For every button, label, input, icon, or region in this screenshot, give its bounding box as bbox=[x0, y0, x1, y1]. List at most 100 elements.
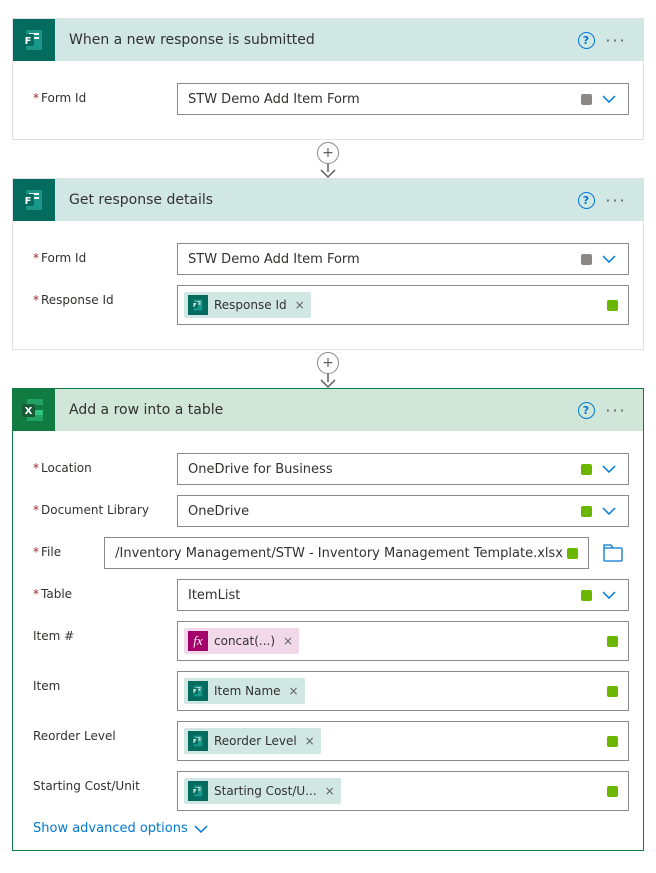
card-body: *Form Id STW Demo Add Item Form *Respons… bbox=[13, 221, 643, 349]
status-dot-icon bbox=[581, 464, 592, 475]
select-value: STW Demo Add Item Form bbox=[188, 252, 577, 267]
forms-logo bbox=[13, 179, 55, 221]
field-row-location: *Location OneDrive for Business bbox=[33, 453, 629, 485]
field-row-cost: Starting Cost/Unit Starting Cost/U... × bbox=[33, 771, 629, 811]
cost-input[interactable]: Starting Cost/U... × bbox=[177, 771, 629, 811]
field-label: *Response Id bbox=[33, 285, 177, 307]
card-title: Get response details bbox=[55, 192, 571, 208]
fx-icon: fx bbox=[188, 631, 208, 651]
remove-token-button[interactable]: × bbox=[303, 734, 315, 748]
more-button[interactable]: ··· bbox=[601, 185, 631, 215]
field-label: *Form Id bbox=[33, 243, 177, 265]
field-row-table: *Table ItemList bbox=[33, 579, 629, 611]
select-value: ItemList bbox=[188, 588, 577, 603]
form-id-select[interactable]: STW Demo Add Item Form bbox=[177, 243, 629, 275]
card-title: When a new response is submitted bbox=[55, 32, 571, 48]
token-label: Reorder Level bbox=[214, 734, 297, 748]
status-dot-icon bbox=[581, 94, 592, 105]
card-body: *Location OneDrive for Business *Documen… bbox=[13, 431, 643, 850]
reorder-input[interactable]: Reorder Level × bbox=[177, 721, 629, 761]
form-id-select[interactable]: STW Demo Add Item Form bbox=[177, 83, 629, 115]
token-label: concat(...) bbox=[214, 634, 275, 648]
field-row-response-id: *Response Id Response Id × bbox=[33, 285, 629, 325]
chevron-down-icon bbox=[194, 825, 208, 833]
remove-token-button[interactable]: × bbox=[287, 684, 299, 698]
add-row-card: Add a row into a table ? ··· *Location O… bbox=[12, 388, 644, 851]
dynamic-token[interactable]: Reorder Level × bbox=[184, 728, 321, 754]
remove-token-button[interactable]: × bbox=[323, 784, 335, 798]
select-value: STW Demo Add Item Form bbox=[188, 92, 577, 107]
field-row-item-num: Item # fx concat(...) × bbox=[33, 621, 629, 661]
token-label: Response Id bbox=[214, 298, 287, 312]
status-dot-icon bbox=[607, 786, 618, 797]
chevron-down-icon bbox=[596, 255, 622, 263]
field-row-item: Item Item Name × bbox=[33, 671, 629, 711]
field-label: Item # bbox=[33, 621, 177, 643]
field-label: *Document Library bbox=[33, 495, 177, 517]
dynamic-token[interactable]: Starting Cost/U... × bbox=[184, 778, 341, 804]
location-select[interactable]: OneDrive for Business bbox=[177, 453, 629, 485]
help-button[interactable]: ? bbox=[571, 185, 601, 215]
item-input[interactable]: Item Name × bbox=[177, 671, 629, 711]
field-row-reorder: Reorder Level Reorder Level × bbox=[33, 721, 629, 761]
dynamic-token[interactable]: Item Name × bbox=[184, 678, 305, 704]
table-select[interactable]: ItemList bbox=[177, 579, 629, 611]
status-dot-icon bbox=[581, 254, 592, 265]
more-button[interactable]: ··· bbox=[601, 25, 631, 55]
chevron-down-icon bbox=[596, 95, 622, 103]
status-dot-icon bbox=[607, 686, 618, 697]
item-num-input[interactable]: fx concat(...) × bbox=[177, 621, 629, 661]
excel-logo bbox=[13, 389, 55, 431]
select-value: OneDrive for Business bbox=[188, 462, 577, 477]
status-dot-icon bbox=[607, 736, 618, 747]
file-input[interactable]: /Inventory Management/STW - Inventory Ma… bbox=[104, 537, 589, 569]
status-dot-icon bbox=[607, 636, 618, 647]
get-response-card: Get response details ? ··· *Form Id STW … bbox=[12, 178, 644, 350]
show-advanced-button[interactable]: Show advanced options bbox=[33, 821, 629, 836]
token-label: Item Name bbox=[214, 684, 281, 698]
arrow-down-icon bbox=[319, 162, 337, 180]
connector: + bbox=[12, 352, 644, 390]
remove-token-button[interactable]: × bbox=[281, 634, 293, 648]
field-label: *Table bbox=[33, 579, 177, 601]
expression-token[interactable]: fx concat(...) × bbox=[184, 628, 299, 654]
field-label: Item bbox=[33, 671, 177, 693]
field-label: *Form Id bbox=[33, 83, 177, 105]
forms-logo bbox=[13, 19, 55, 61]
forms-token-icon bbox=[188, 731, 208, 751]
status-dot-icon bbox=[607, 300, 618, 311]
response-id-input[interactable]: Response Id × bbox=[177, 285, 629, 325]
chevron-down-icon bbox=[596, 507, 622, 515]
status-dot-icon bbox=[581, 506, 592, 517]
help-button[interactable]: ? bbox=[571, 25, 601, 55]
field-label: Starting Cost/Unit bbox=[33, 771, 177, 793]
more-button[interactable]: ··· bbox=[601, 395, 631, 425]
help-button[interactable]: ? bbox=[571, 395, 601, 425]
card-title: Add a row into a table bbox=[55, 402, 571, 418]
field-label: Reorder Level bbox=[33, 721, 177, 743]
connector: + bbox=[12, 142, 644, 180]
remove-token-button[interactable]: × bbox=[293, 298, 305, 312]
card-header[interactable]: Add a row into a table ? ··· bbox=[13, 389, 643, 431]
doc-library-select[interactable]: OneDrive bbox=[177, 495, 629, 527]
forms-token-icon bbox=[188, 781, 208, 801]
card-header[interactable]: Get response details ? ··· bbox=[13, 179, 643, 221]
card-body: *Form Id STW Demo Add Item Form bbox=[13, 61, 643, 139]
field-row-doc-library: *Document Library OneDrive bbox=[33, 495, 629, 527]
forms-token-icon bbox=[188, 681, 208, 701]
dynamic-token[interactable]: Response Id × bbox=[184, 292, 311, 318]
add-step-button[interactable]: + bbox=[317, 142, 339, 164]
browse-folder-button[interactable] bbox=[597, 537, 629, 569]
token-label: Starting Cost/U... bbox=[214, 784, 317, 798]
select-value: OneDrive bbox=[188, 504, 577, 519]
trigger-card: When a new response is submitted ? ··· *… bbox=[12, 18, 644, 140]
card-header[interactable]: When a new response is submitted ? ··· bbox=[13, 19, 643, 61]
add-step-button[interactable]: + bbox=[317, 352, 339, 374]
field-label: *Location bbox=[33, 453, 177, 475]
forms-token-icon bbox=[188, 295, 208, 315]
input-value: /Inventory Management/STW - Inventory Ma… bbox=[115, 546, 563, 561]
field-row-form-id: *Form Id STW Demo Add Item Form bbox=[33, 243, 629, 275]
arrow-down-icon bbox=[319, 372, 337, 390]
field-row-file: *File /Inventory Management/STW - Invent… bbox=[33, 537, 629, 569]
status-dot-icon bbox=[581, 590, 592, 601]
